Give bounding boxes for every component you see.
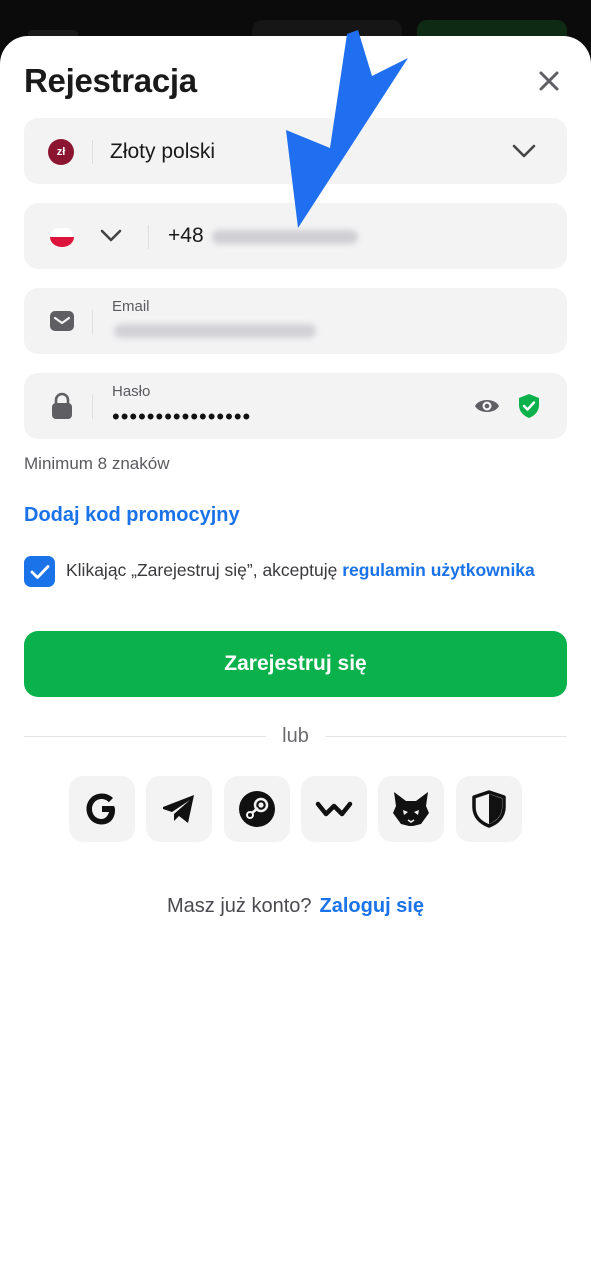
divider (92, 395, 93, 419)
mail-icon (50, 311, 74, 331)
terms-text: Klikając „Zarejestruj się”, akceptuję re… (66, 558, 536, 583)
page-title: Rejestracja (24, 62, 197, 99)
terms-link[interactable]: regulamin użytkownika (342, 560, 535, 580)
email-value-redacted (114, 324, 316, 338)
telegram-icon (163, 795, 194, 823)
login-question: Masz już konto? (167, 895, 312, 917)
poland-flag-icon[interactable] (50, 227, 74, 247)
password-label: Hasło (112, 383, 151, 400)
registration-sheet: Rejestracja zł Złoty polski +48 Email Ha… (0, 36, 591, 1280)
chevron-down-icon[interactable] (99, 227, 123, 245)
email-field[interactable]: Email (24, 288, 567, 354)
add-promo-code-link[interactable]: Dodaj kod promocyjny (24, 504, 240, 527)
email-label: Email (112, 298, 150, 315)
shield-icon (472, 790, 506, 828)
walletconnect-login-button[interactable] (301, 776, 367, 842)
google-icon (86, 793, 115, 825)
secure-shield-icon (519, 394, 539, 418)
currency-select[interactable]: zł Złoty polski (24, 118, 567, 184)
password-field[interactable]: Hasło •••••••••••••••• (24, 373, 567, 439)
zloty-icon: zł (48, 139, 74, 165)
phone-field[interactable]: +48 (24, 203, 567, 269)
walletconnect-icon (315, 801, 353, 817)
password-value: •••••••••••••••• (112, 404, 252, 429)
metamask-login-button[interactable] (378, 776, 444, 842)
password-hint: Minimum 8 znaków (24, 454, 170, 473)
login-prompt: Masz już konto? Zaloguj się (0, 895, 591, 918)
terms-label: Klikając „Zarejestruj się”, akceptuję (66, 560, 338, 580)
divider (92, 140, 93, 164)
steam-login-button[interactable] (224, 776, 290, 842)
shield-login-button[interactable] (456, 776, 522, 842)
steam-icon (239, 791, 275, 827)
lock-icon (52, 392, 72, 419)
divider (148, 225, 149, 249)
close-icon (539, 71, 559, 91)
currency-label: Złoty polski (110, 140, 216, 163)
close-button[interactable] (532, 64, 566, 98)
register-button[interactable]: Zarejestruj się (24, 631, 567, 697)
terms-checkbox[interactable] (24, 556, 55, 587)
divider (92, 310, 93, 334)
eye-icon[interactable] (474, 394, 500, 418)
telegram-login-button[interactable] (146, 776, 212, 842)
google-login-button[interactable] (69, 776, 135, 842)
metamask-fox-icon (393, 792, 429, 826)
login-link[interactable]: Zaloguj się (320, 895, 424, 917)
phone-prefix: +48 (168, 224, 204, 247)
phone-number-redacted (212, 230, 358, 244)
divider-line (325, 736, 567, 737)
chevron-down-icon (512, 144, 536, 158)
check-icon (30, 564, 49, 579)
